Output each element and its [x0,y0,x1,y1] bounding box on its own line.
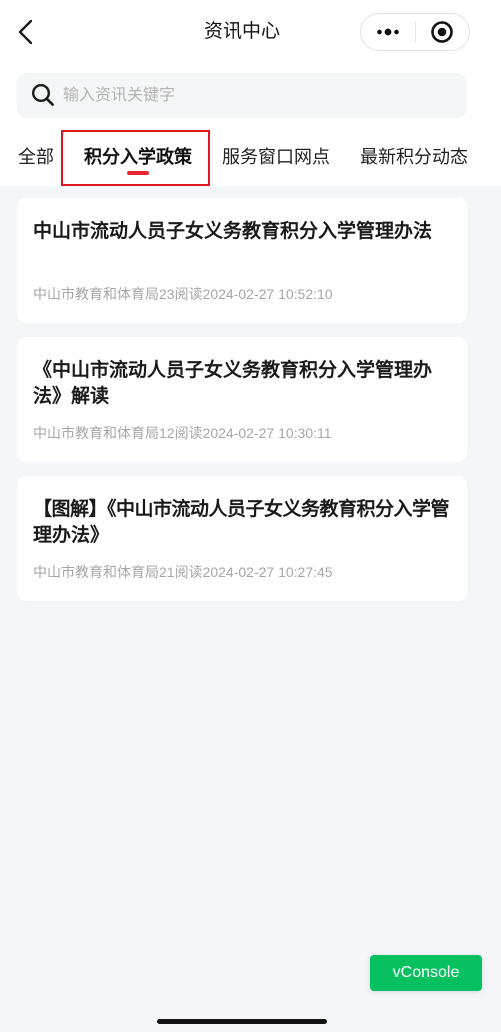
article-title-line: 【图解】《中山市流动人员子女义务教育积分入学管 [33,499,450,520]
article-source: 中山市教育和体育局 [33,564,159,580]
search-input[interactable] [63,73,453,118]
tab-label: 全部 [18,147,54,167]
article-title-line: 中山市流动人员子女义务教育积分入学管理办法 [33,221,433,242]
article-source: 中山市教育和体育局 [33,425,159,441]
home-indicator [157,1019,327,1024]
tab-label: 最新积分动态 [360,147,468,167]
article-read-count: 21 [159,564,175,580]
tab-points-admission-policy[interactable]: 积分入学政策 [84,143,192,177]
capsule-menu [360,13,470,51]
article-title-line: 《中山市流动人员子女义务教育积分入学管理办 [33,360,433,381]
tab-all[interactable]: 全部 [18,143,54,177]
article-title-line: 理办法》 [33,525,110,546]
article-card[interactable]: 中山市流动人员子女义务教育积分入学管理办法 中山市教育和体育局 23 阅读 20… [17,198,467,323]
article-meta: 中山市教育和体育局 23 阅读 2024-02-27 10:52:10 [33,284,451,304]
article-card[interactable]: 《中山市流动人员子女义务教育积分入学管理办 法》解读 中山市教育和体育局 12 … [17,337,467,462]
article-time: 2024-02-27 10:52:10 [202,286,333,302]
more-dots-icon [376,28,399,36]
active-tab-indicator [127,171,149,175]
article-meta: 中山市教育和体育局 21 阅读 2024-02-27 10:27:45 [33,562,451,582]
tab-label: 服务窗口网点 [222,147,330,167]
article-title: 【图解】《中山市流动人员子女义务教育积分入学管 理办法》 [33,497,451,549]
more-button[interactable] [361,14,415,50]
article-time: 2024-02-27 10:27:45 [202,564,333,580]
article-meta: 中山市教育和体育局 12 阅读 2024-02-27 10:30:11 [33,423,451,443]
article-card[interactable]: 【图解】《中山市流动人员子女义务教育积分入学管 理办法》 中山市教育和体育局 2… [17,476,467,601]
tab-latest-points-news[interactable]: 最新积分动态 [360,143,468,177]
article-time: 2024-02-27 10:30:11 [202,425,332,441]
article-title-line: 法》解读 [33,386,110,407]
article-read-count: 12 [159,425,175,441]
category-tabs: 全部 积分入学政策 服务窗口网点 最新积分动态 [18,143,468,177]
vconsole-button[interactable]: vConsole [370,955,482,991]
article-source: 中山市教育和体育局 [33,286,159,302]
article-read-label: 阅读 [174,286,203,302]
page-header: 资讯中心 全部 积分入学政策 [0,0,501,186]
close-miniprogram-button[interactable] [416,14,470,50]
article-read-label: 阅读 [174,564,203,580]
article-title: 中山市流动人员子女义务教育积分入学管理办法 [33,219,451,271]
article-list: 中山市流动人员子女义务教育积分入学管理办法 中山市教育和体育局 23 阅读 20… [17,198,467,601]
target-icon [431,21,454,43]
article-read-count: 23 [159,286,175,302]
article-title: 《中山市流动人员子女义务教育积分入学管理办 法》解读 [33,358,451,410]
tab-label: 积分入学政策 [84,147,192,167]
search-icon [31,83,54,106]
tab-service-outlets[interactable]: 服务窗口网点 [222,143,330,177]
search-bar[interactable] [17,73,467,118]
article-read-label: 阅读 [174,425,203,441]
